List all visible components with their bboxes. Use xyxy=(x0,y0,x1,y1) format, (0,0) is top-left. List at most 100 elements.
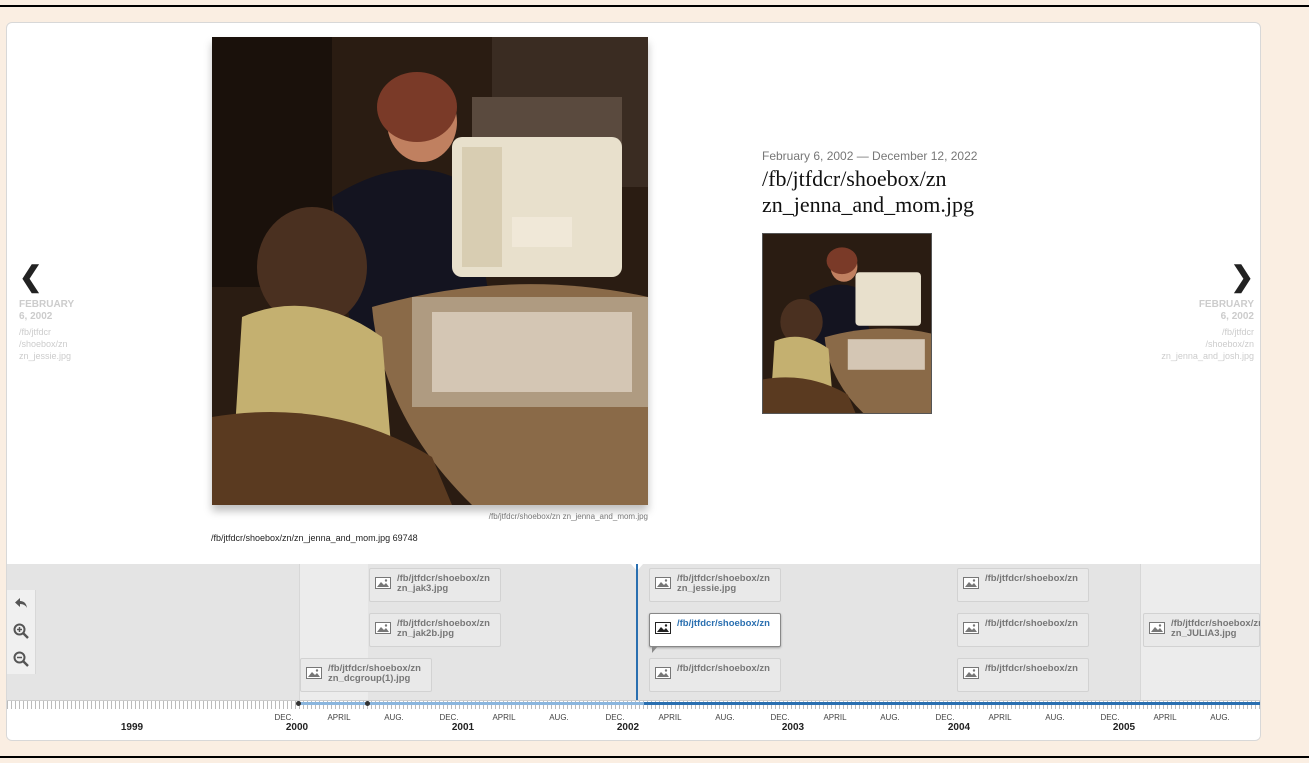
axis-era-line xyxy=(644,702,1260,705)
slide-date-range: February 6, 2002 — December 12, 2022 xyxy=(762,149,978,163)
timeline-marker[interactable]: /fb/jtfdcr/shoebox/zn xyxy=(957,568,1089,602)
timeline-navigator[interactable]: /fb/jtfdcr/shoebox/zn zn_jak3.jpg /fb/jtf… xyxy=(7,564,1260,740)
slide-title: /fb/jtfdcr/shoebox/zn zn_jenna_and_mom.j… xyxy=(762,166,974,218)
axis-month-label: APRIL xyxy=(988,713,1012,722)
zoom-in-icon[interactable] xyxy=(12,622,30,640)
nav-next[interactable]: ❯ FEBRUARY 6, 2002 /fb/jtfdcr /shoebox/z… xyxy=(1144,263,1254,362)
thumbnail-photo xyxy=(763,234,931,413)
axis-year-label: 2005 xyxy=(1112,722,1136,733)
image-icon xyxy=(375,622,391,634)
slide-media-image[interactable] xyxy=(212,37,648,505)
media-caption: /fb/jtfdcr/shoebox/zn zn_jenna_and_mom.j… xyxy=(488,512,648,521)
nav-previous-title-line: zn_jessie.jpg xyxy=(19,351,72,361)
marker-text: /fb/jtfdcr/shoebox/zn zn_dcgroup(1).jpg xyxy=(328,664,432,684)
marker-text: /fb/jtfdcr/shoebox/zn xyxy=(985,664,1089,674)
axis-month-label: AUG. xyxy=(715,713,735,722)
nav-next-date: FEBRUARY 6, 2002 xyxy=(1144,299,1254,323)
marker-line1: /fb/jtfdcr/shoebox/zn xyxy=(985,619,1078,629)
slide-title-line2: zn_jenna_and_mom.jpg xyxy=(762,192,975,217)
timeline-marker[interactable]: /fb/jtfdcr/shoebox/zn zn_dcgroup(1).jpg xyxy=(300,658,432,692)
axis-event-dot xyxy=(296,701,301,706)
nav-next-title: /fb/jtfdcr /shoebox/zn zn_jenna_and_josh… xyxy=(1144,326,1254,362)
nav-previous[interactable]: ❮ FEBRUARY 6, 2002 /fb/jtfdcr /shoebox/z… xyxy=(19,263,129,362)
axis-year-label: 2004 xyxy=(947,722,971,733)
marker-line2: zn_jessie.jpg xyxy=(677,583,737,594)
nav-next-title-line: zn_jenna_and_josh.jpg xyxy=(1161,351,1254,361)
timeline-embed: /fb/jtfdcr/shoebox/zn zn_jenna_and_mom.j… xyxy=(6,22,1261,741)
marker-text: /fb/jtfdcr/shoebox/zn xyxy=(985,619,1089,629)
marker-line1: /fb/jtfdcr/shoebox/zn xyxy=(985,574,1078,584)
image-icon xyxy=(655,667,671,679)
zoom-out-icon[interactable] xyxy=(12,650,30,668)
marker-line1: /fb/jtfdcr/shoebox/zn xyxy=(677,619,770,629)
slide-thumbnail[interactable] xyxy=(762,233,932,414)
marker-text: /fb/jtfdcr/shoebox/zn zn_jessie.jpg xyxy=(677,574,781,594)
photo-jenna-and-mom xyxy=(212,37,648,505)
axis-month-label: DEC. xyxy=(274,713,294,722)
timeline-marker[interactable]: /fb/jtfdcr/shoebox/zn xyxy=(957,613,1089,647)
axis-year-label: 1999 xyxy=(120,722,144,733)
nav-previous-date-line1: FEBRUARY xyxy=(19,299,75,310)
image-icon xyxy=(963,577,979,589)
current-position-line xyxy=(636,564,638,700)
marker-line2: zn_jak3.jpg xyxy=(397,583,449,594)
image-icon xyxy=(655,577,671,589)
slide-title-line1: /fb/jtfdcr/shoebox/zn xyxy=(762,166,947,191)
bottom-rule xyxy=(0,756,1309,758)
axis-month-label: DEC. xyxy=(605,713,625,722)
marker-line2: zn_JULIA3.jpg xyxy=(1171,628,1237,639)
marker-text: /fb/jtfdcr/shoebox/zn xyxy=(677,664,781,674)
axis-era-line xyxy=(299,702,644,705)
axis-month-label: DEC. xyxy=(439,713,459,722)
axis-month-label: DEC. xyxy=(1100,713,1120,722)
nav-next-date-line1: FEBRUARY xyxy=(1198,299,1254,310)
time-axis[interactable]: DEC. APRIL AUG. DEC. APRIL AUG. DEC. APR… xyxy=(7,700,1260,740)
nav-previous-title: /fb/jtfdcr /shoebox/zn zn_jessie.jpg xyxy=(19,326,129,362)
axis-year-label: 2000 xyxy=(285,722,309,733)
back-arrow-icon[interactable] xyxy=(12,594,30,612)
chevron-left-icon[interactable]: ❮ xyxy=(19,263,129,291)
nav-next-title-line: /shoebox/zn xyxy=(1205,339,1254,349)
chevron-right-icon[interactable]: ❯ xyxy=(1144,263,1254,291)
image-icon xyxy=(655,622,671,634)
timeline-marker[interactable]: /fb/jtfdcr/shoebox/zn zn_JULIA3.jpg xyxy=(1143,613,1260,647)
axis-year-label: 2001 xyxy=(451,722,475,733)
marker-text: /fb/jtfdcr/shoebox/zn xyxy=(677,619,781,629)
marker-line1: /fb/jtfdcr/shoebox/zn xyxy=(677,664,770,674)
nav-previous-date-line2: 6, 2002 xyxy=(19,311,53,322)
marker-text: /fb/jtfdcr/shoebox/zn zn_JULIA3.jpg xyxy=(1171,619,1260,639)
axis-month-label: AUG. xyxy=(549,713,569,722)
timeline-marker[interactable]: /fb/jtfdcr/shoebox/zn zn_jak2b.jpg xyxy=(369,613,501,647)
timeline-marker-active[interactable]: /fb/jtfdcr/shoebox/zn xyxy=(649,613,781,653)
axis-year-label: 2002 xyxy=(616,722,640,733)
nav-next-date-line2: 6, 2002 xyxy=(1220,311,1254,322)
timeline-marker[interactable]: /fb/jtfdcr/shoebox/zn xyxy=(649,658,781,692)
image-icon xyxy=(1149,622,1165,634)
marker-text: /fb/jtfdcr/shoebox/zn zn_jak2b.jpg xyxy=(397,619,501,639)
nav-next-title-line: /fb/jtfdcr xyxy=(1221,327,1254,337)
marker-text: /fb/jtfdcr/shoebox/zn zn_jak3.jpg xyxy=(397,574,501,594)
image-icon xyxy=(306,667,322,679)
axis-month-label: APRIL xyxy=(823,713,847,722)
marker-line2: zn_dcgroup(1).jpg xyxy=(328,673,411,684)
marker-line1: /fb/jtfdcr/shoebox/zn xyxy=(985,664,1078,674)
marker-line2: zn_jak2b.jpg xyxy=(397,628,455,639)
nav-previous-date: FEBRUARY 6, 2002 xyxy=(19,299,129,323)
axis-month-label: AUG. xyxy=(1210,713,1230,722)
media-credit: /fb/jtfdcr/shoebox/zn/zn_jenna_and_mom.j… xyxy=(211,533,418,543)
marker-text: /fb/jtfdcr/shoebox/zn xyxy=(985,574,1089,584)
nav-previous-title-line: /fb/jtfdcr xyxy=(19,327,52,337)
timeline-marker[interactable]: /fb/jtfdcr/shoebox/zn zn_jak3.jpg xyxy=(369,568,501,602)
top-rule xyxy=(0,5,1309,7)
axis-month-label: APRIL xyxy=(492,713,516,722)
image-icon xyxy=(375,577,391,589)
axis-month-label: APRIL xyxy=(1153,713,1177,722)
timeline-marker[interactable]: /fb/jtfdcr/shoebox/zn xyxy=(957,658,1089,692)
axis-month-label: DEC. xyxy=(770,713,790,722)
axis-year-label: 2003 xyxy=(781,722,805,733)
nav-previous-title-line: /shoebox/zn xyxy=(19,339,68,349)
timeline-tools xyxy=(7,590,36,674)
axis-month-label: DEC. xyxy=(935,713,955,722)
timeline-marker[interactable]: /fb/jtfdcr/shoebox/zn zn_jessie.jpg xyxy=(649,568,781,602)
axis-month-label: AUG. xyxy=(1045,713,1065,722)
